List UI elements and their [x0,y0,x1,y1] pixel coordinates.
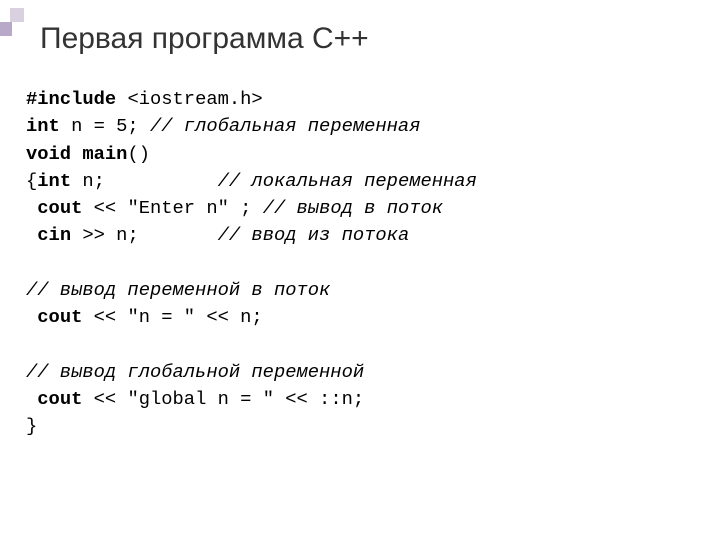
code-text [26,306,37,328]
code-text: >> n; [71,224,218,246]
code-text [26,388,37,410]
code-text: } [26,415,37,437]
code-text: <iostream.h> [116,88,263,110]
keyword-cout: cout [37,197,82,219]
comment: // глобальная переменная [150,115,421,137]
comment: // вывод переменной в поток [26,279,330,301]
code-text: << "Enter n" ; [82,197,262,219]
code-text [26,224,37,246]
code-text: () [127,143,150,165]
comment: // вывод в поток [263,197,443,219]
code-block: #include <iostream.h> int n = 5; // глоб… [26,86,477,440]
keyword-cin: cin [37,224,71,246]
code-text [26,197,37,219]
keyword-void-main: void main [26,143,127,165]
code-text: << "n = " << n; [82,306,262,328]
keyword-int: int [26,115,60,137]
keyword-int: int [37,170,71,192]
keyword-cout: cout [37,306,82,328]
keyword-include: #include [26,88,116,110]
comment: // вывод глобальной переменной [26,361,364,383]
comment: // локальная переменная [218,170,477,192]
code-text: { [26,170,37,192]
comment: // ввод из потока [218,224,410,246]
code-text: n; [71,170,218,192]
keyword-cout: cout [37,388,82,410]
slide-title: Первая программа С++ [40,22,369,56]
code-text: n = 5; [60,115,150,137]
code-text: << "global n = " << ::n; [82,388,364,410]
